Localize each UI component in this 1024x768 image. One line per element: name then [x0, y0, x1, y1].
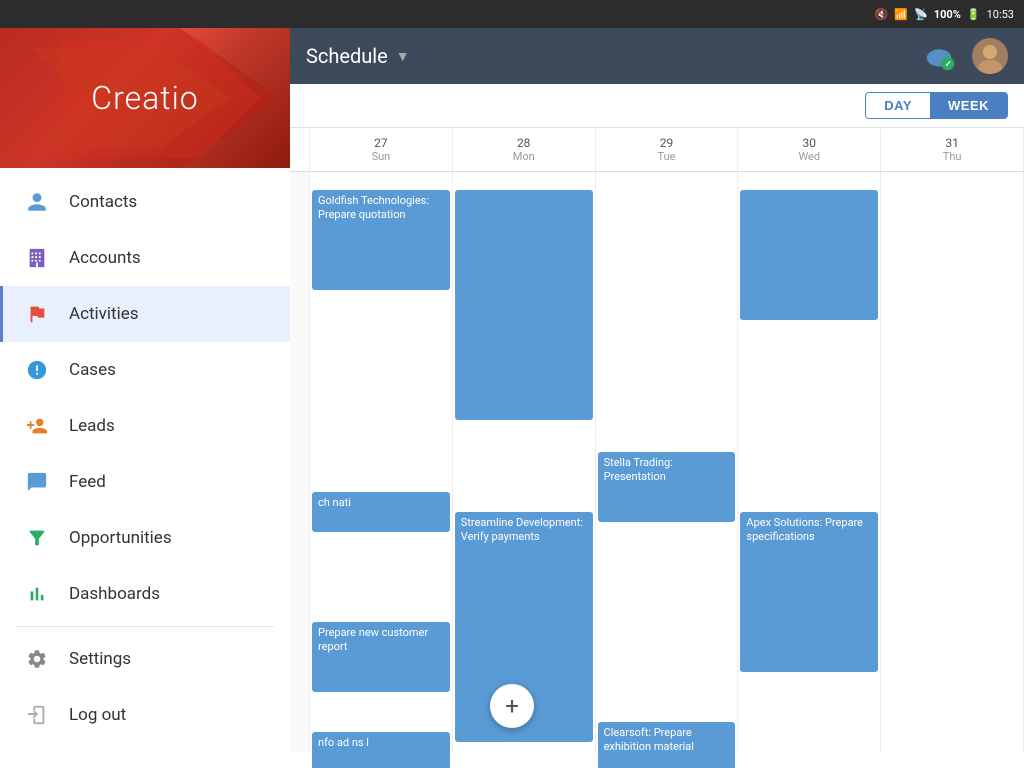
settings-label: Settings [69, 649, 131, 669]
day-header-3: 30 Wed [738, 128, 881, 171]
clock: 10:53 [987, 8, 1014, 21]
sidebar-item-opportunities[interactable]: Opportunities [0, 510, 290, 566]
cases-label: Cases [69, 360, 116, 380]
chart-icon [23, 580, 51, 608]
day-header-1: 28 Mon [453, 128, 596, 171]
contacts-label: Contacts [69, 192, 137, 212]
day-name-1: Mon [453, 150, 595, 163]
gutter-header [290, 128, 310, 171]
avatar[interactable] [972, 38, 1008, 74]
day-name-0: Sun [310, 150, 452, 163]
signal-icon: 📡 [914, 8, 928, 21]
day-name-3: Wed [738, 150, 880, 163]
chevron-down-icon: ▼ [396, 48, 410, 65]
logo: Creatio [91, 79, 198, 117]
chat-icon [23, 468, 51, 496]
day-col-4: Customer search [881, 172, 1024, 752]
day-col-0: Goldfish Technologies: Prepare quotation… [310, 172, 453, 752]
dashboards-label: Dashboards [69, 584, 160, 604]
sidebar-item-logout[interactable]: Log out [0, 687, 290, 743]
activities-label: Activities [69, 304, 139, 324]
day-num-2: 29 [596, 136, 738, 150]
view-toolbar: DAY WEEK [290, 84, 1024, 128]
calendar-event[interactable]: ch nati [312, 492, 450, 532]
calendar-event[interactable] [740, 190, 878, 320]
day-col-2: Stella Trading: PresentationClearsoft: P… [596, 172, 739, 752]
divider [16, 626, 274, 627]
sidebar-header: Creatio [0, 28, 290, 168]
feed-label: Feed [69, 472, 106, 492]
sidebar-item-settings[interactable]: Settings [0, 631, 290, 687]
day-num-0: 27 [310, 136, 452, 150]
top-bar: Schedule ▼ ✓ [290, 28, 1024, 84]
sidebar-item-activities[interactable]: Activities [0, 286, 290, 342]
sidebar-item-leads[interactable]: Leads [0, 398, 290, 454]
day-num-1: 28 [453, 136, 595, 150]
day-name-2: Tue [596, 150, 738, 163]
exclamation-icon [23, 356, 51, 384]
wifi-icon: 📶 [894, 8, 908, 21]
calendar-event[interactable]: Apex Solutions: Prepare specifications [740, 512, 878, 672]
battery-level: 100% [934, 8, 961, 21]
calendar: 27 Sun 28 Mon 29 Tue 30 Wed 31 Thu [290, 128, 1024, 768]
day-view-button[interactable]: DAY [866, 93, 930, 118]
calendar-event[interactable]: Stella Trading: Presentation [598, 452, 736, 522]
time-gutter [290, 172, 310, 752]
accounts-label: Accounts [69, 248, 141, 268]
day-num-3: 30 [738, 136, 880, 150]
cloud-sync-icon[interactable]: ✓ [922, 37, 960, 75]
logout-icon [23, 701, 51, 729]
svg-text:✓: ✓ [945, 59, 952, 69]
building-icon [23, 244, 51, 272]
day-num-4: 31 [881, 136, 1023, 150]
day-col-3: Apex Solutions: Prepare specifications [738, 172, 881, 752]
add-button[interactable]: + [490, 684, 534, 728]
schedule-title[interactable]: Schedule ▼ [306, 44, 410, 68]
schedule-label: Schedule [306, 44, 388, 68]
calendar-event[interactable]: Clearsoft: Prepare exhibition material [598, 722, 736, 768]
opportunities-label: Opportunities [69, 528, 172, 548]
logout-label: Log out [69, 705, 126, 725]
day-header-0: 27 Sun [310, 128, 453, 171]
week-view-button[interactable]: WEEK [930, 93, 1007, 118]
gear-icon [23, 645, 51, 673]
calendar-event[interactable]: Goldfish Technologies: Prepare quotation [312, 190, 450, 290]
top-bar-actions: ✓ [922, 37, 1008, 75]
sidebar-item-accounts[interactable]: Accounts [0, 230, 290, 286]
day-col-1: Streamline Development: Verify payments [453, 172, 596, 752]
sidebar-item-contacts[interactable]: Contacts [0, 174, 290, 230]
day-header-2: 29 Tue [596, 128, 739, 171]
calendar-body: Goldfish Technologies: Prepare quotation… [290, 172, 1024, 752]
main-content: Schedule ▼ ✓ [290, 28, 1024, 768]
nav-items: Contacts Accounts Activities [0, 168, 290, 768]
view-toggle-group: DAY WEEK [865, 92, 1008, 119]
sidebar-item-feed[interactable]: Feed [0, 454, 290, 510]
calendar-headers: 27 Sun 28 Mon 29 Tue 30 Wed 31 Thu [290, 128, 1024, 172]
day-header-4: 31 Thu [881, 128, 1024, 171]
sidebar-item-dashboards[interactable]: Dashboards [0, 566, 290, 622]
sidebar-item-cases[interactable]: Cases [0, 342, 290, 398]
calendar-event[interactable]: Prepare new customer report [312, 622, 450, 692]
day-name-4: Thu [881, 150, 1023, 163]
person-add-icon [23, 412, 51, 440]
sidebar: Creatio Contacts Accounts [0, 28, 290, 768]
calendar-event[interactable] [455, 190, 593, 420]
battery-icon: 🔋 [967, 8, 981, 21]
status-bar: 🔇 📶 📡 100% 🔋 10:53 [0, 0, 1024, 28]
leads-label: Leads [69, 416, 115, 436]
calendar-event[interactable]: nfo ad ns l [312, 732, 450, 768]
flag-icon [23, 300, 51, 328]
person-icon [23, 188, 51, 216]
mute-icon: 🔇 [875, 8, 889, 21]
funnel-icon [23, 524, 51, 552]
